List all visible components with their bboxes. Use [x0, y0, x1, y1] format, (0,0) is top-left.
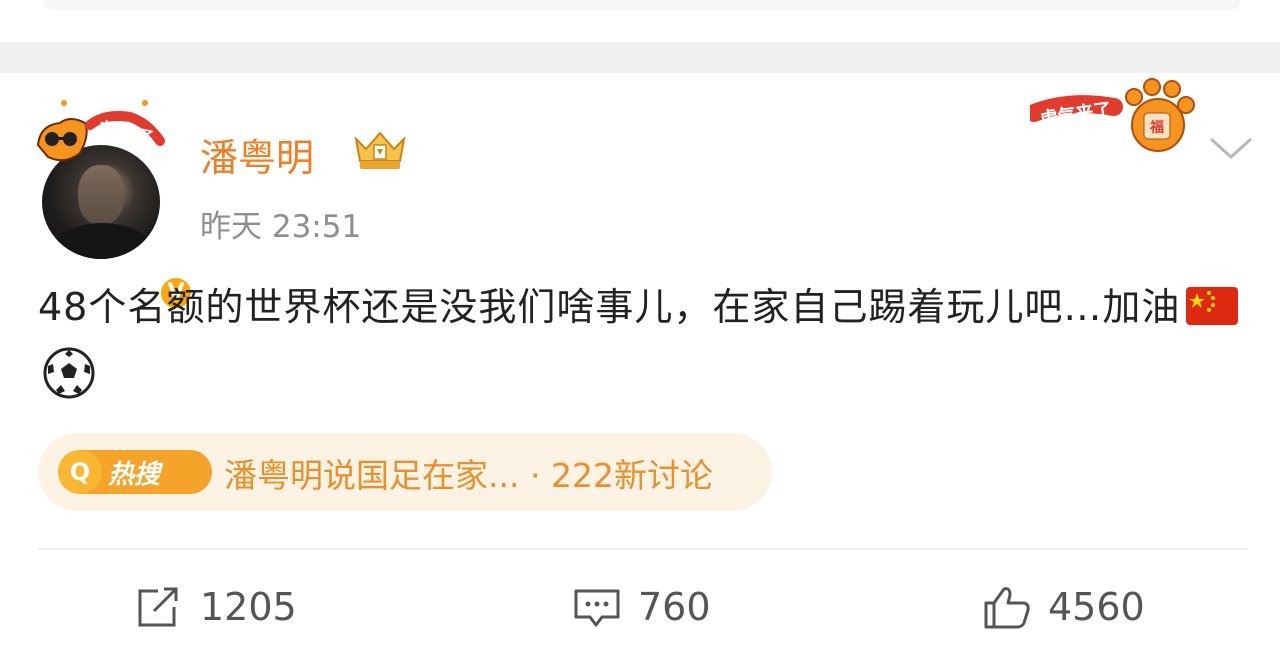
repost-icon — [138, 587, 178, 627]
comment-icon — [574, 589, 620, 627]
hot-search-badge: Q 热搜 — [58, 450, 212, 494]
vip-crown-icon[interactable] — [350, 125, 410, 171]
thumbs-up-icon — [984, 587, 1030, 629]
hot-search-text[interactable]: 潘粤明说国足在家... · 222新讨论 — [224, 449, 713, 497]
divider — [38, 548, 1248, 550]
hot-search-topic[interactable]: Q 热搜 潘粤明说国足在家... · 222新讨论 — [38, 433, 772, 511]
previous-post-card — [44, 0, 1240, 10]
hot-search-topic-text: 潘粤明说国足在家... — [224, 456, 520, 495]
like-count: 4560 — [1048, 585, 1145, 629]
hot-search-separator: · — [529, 456, 541, 495]
post-content: 48个名额的世界杯还是没我们啥事儿，在家自己踢着玩儿吧…加油 — [38, 273, 1248, 409]
hot-search-discussions: 222新讨论 — [550, 456, 713, 495]
avatar-with-frame[interactable]: 虎气来了 V — [30, 95, 194, 311]
search-icon: Q — [58, 450, 102, 494]
soccer-ball-icon — [43, 347, 95, 399]
china-flag-icon — [1186, 287, 1239, 325]
weibo-post: 虎气来了 V 潘粤明 昨天 23:51 虎气来了 福 48个名额的世界杯还是没我… — [0, 73, 1280, 655]
username[interactable]: 潘粤明 — [200, 127, 314, 182]
post-text: 48个名额的世界杯还是没我们啥事儿，在家自己踢着玩儿吧…加油 — [38, 285, 1181, 329]
tiger-paw-badge-icon: 虎气来了 福 — [1030, 78, 1195, 152]
comment-count: 760 — [638, 585, 711, 629]
chevron-down-icon[interactable] — [1208, 133, 1254, 163]
svg-text:福: 福 — [1149, 119, 1164, 136]
tiger-avatar-frame-icon: 虎气来了 — [36, 100, 165, 162]
post-separator — [0, 42, 1280, 73]
hot-search-label: 热搜 — [108, 460, 161, 490]
post-timestamp: 昨天 23:51 — [200, 209, 362, 245]
repost-count: 1205 — [200, 585, 297, 629]
